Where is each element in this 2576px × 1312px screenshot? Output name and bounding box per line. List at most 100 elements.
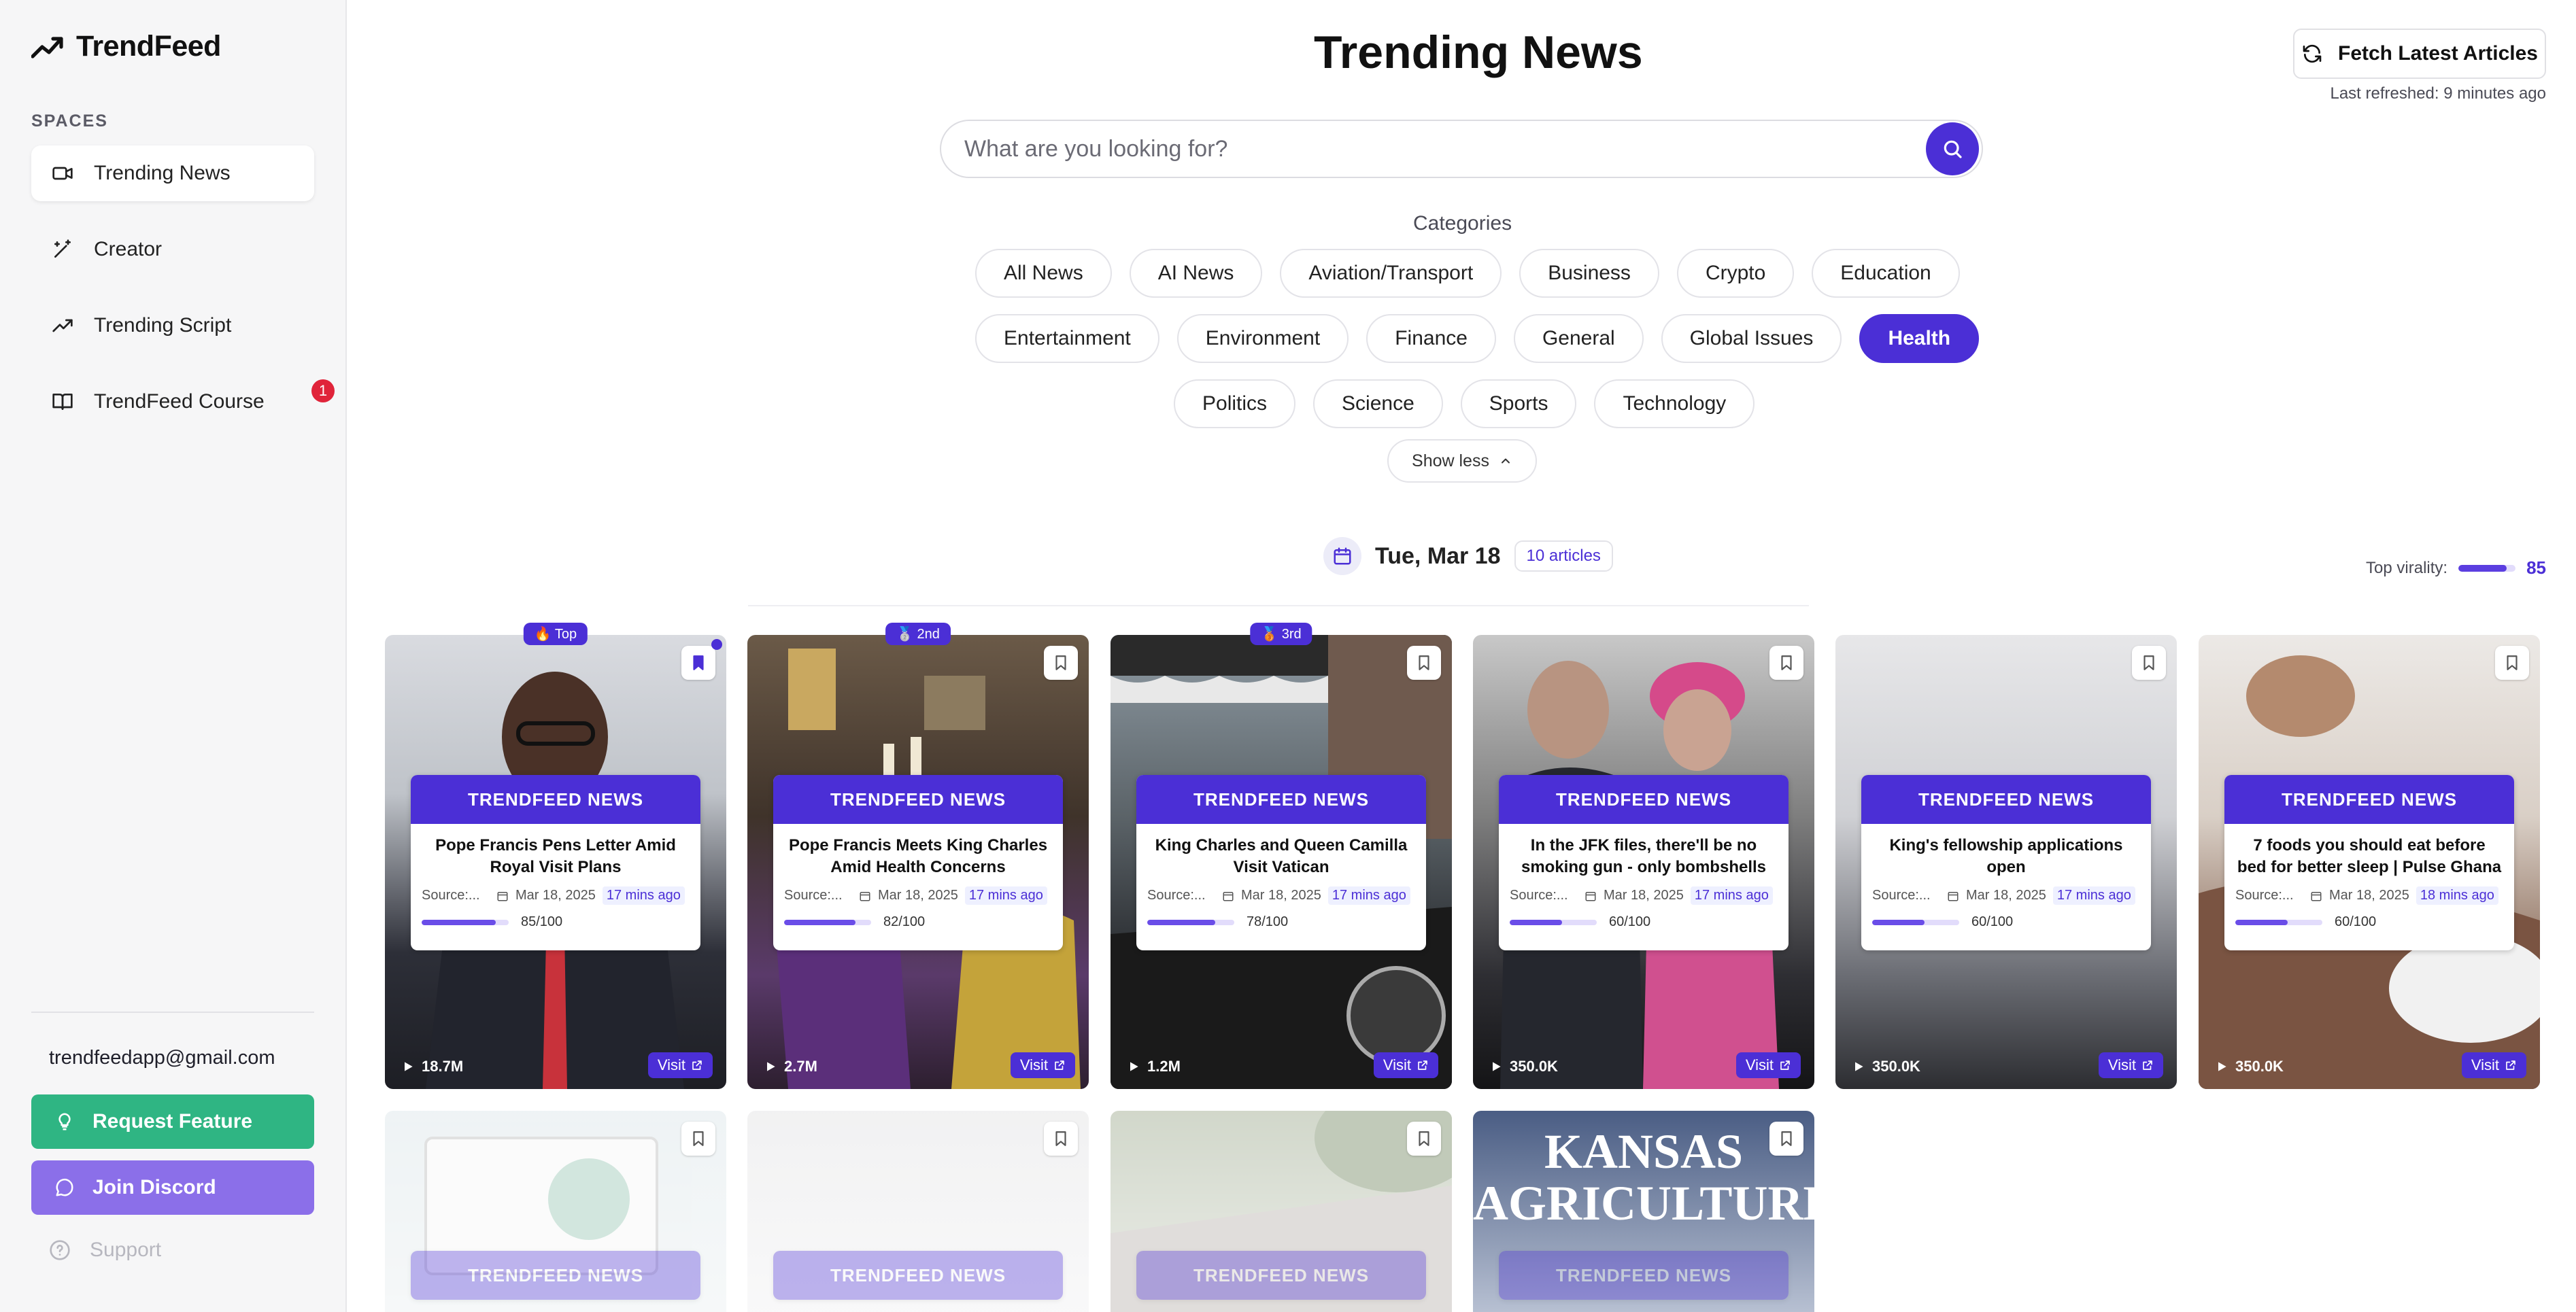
join-discord-button[interactable]: Join Discord: [31, 1160, 314, 1215]
rank-badge: 🔥 Top: [523, 623, 588, 645]
bookmark-button[interactable]: [2495, 646, 2529, 680]
view-count-value: 350.0K: [1510, 1058, 1558, 1075]
virality-score: 78/100: [1136, 905, 1426, 930]
article-title: Pope Francis Pens Letter Amid Royal Visi…: [435, 836, 676, 876]
news-overlay-panel: TRENDFEED NEWS: [1499, 1251, 1789, 1300]
view-count: 1.2M: [1127, 1058, 1181, 1075]
news-card[interactable]: 🥉 3rd TRENDFEED NEWS King Charles and Qu…: [1111, 623, 1452, 1089]
news-panel-header: TRENDFEED NEWS: [411, 775, 700, 824]
sidebar-item-creator[interactable]: Creator: [31, 222, 314, 277]
top-virality-label: Top virality:: [2366, 558, 2448, 577]
visit-button[interactable]: Visit: [1735, 1052, 1801, 1078]
news-card[interactable]: TRENDFEED NEWS: [747, 1111, 1089, 1312]
search-icon: [1944, 140, 1962, 158]
top-virality-value: 85: [2526, 557, 2546, 578]
article-title: King's fellowship applications open: [1889, 836, 2123, 876]
bookmark-button[interactable]: [1407, 1122, 1441, 1156]
rank-badge: 🥈 2nd: [885, 623, 951, 645]
article-date: Mar 18, 2025: [515, 888, 596, 903]
score-fill: [422, 919, 496, 925]
category-chip-technology[interactable]: Technology: [1594, 379, 1755, 428]
show-less-button[interactable]: Show less: [1387, 439, 1537, 483]
sidebar-divider: [31, 1012, 314, 1013]
fetch-latest-articles-button[interactable]: Fetch Latest Articles: [2293, 29, 2546, 79]
score-bar: [1147, 919, 1234, 925]
score-fill: [1872, 919, 1925, 925]
external-link-icon: [692, 1060, 702, 1070]
article-meta: Source:... Mar 18, 2025 17 mins ago: [1499, 881, 1789, 905]
category-chip-entertainment[interactable]: Entertainment: [975, 314, 1159, 363]
visit-button[interactable]: Visit: [647, 1052, 713, 1078]
search-input[interactable]: [964, 121, 1903, 177]
sidebar-item-label: Trending News: [94, 162, 231, 184]
news-card[interactable]: KANSAS AGRICULTURE TRENDFEED NEWS: [1473, 1111, 1814, 1312]
trending-up-icon: [52, 319, 73, 332]
external-link-icon: [1055, 1060, 1064, 1070]
news-panel-header: TRENDFEED NEWS: [2224, 775, 2514, 824]
category-chip-general[interactable]: General: [1513, 314, 1644, 363]
bookmark-button[interactable]: [2132, 646, 2166, 680]
category-row-2: Entertainment Environment Finance Genera…: [975, 314, 1980, 363]
external-link-icon: [1418, 1060, 1427, 1070]
category-chip-environment[interactable]: Environment: [1176, 314, 1349, 363]
search-button[interactable]: [1926, 122, 1979, 175]
sidebar-nav: Trending News Creator Trending Script Tr…: [31, 145, 335, 450]
bookmark-button[interactable]: [681, 646, 715, 680]
category-chip-ai-news[interactable]: AI News: [1129, 249, 1263, 298]
category-chip-health[interactable]: Health: [1859, 314, 1980, 363]
category-chip-aviation-transport[interactable]: Aviation/Transport: [1280, 249, 1502, 298]
bookmark-filled-icon: [693, 655, 704, 670]
sidebar-item-trendfeed-course[interactable]: TrendFeed Course 1: [31, 374, 335, 430]
bookmark-button[interactable]: [1044, 646, 1078, 680]
category-chip-education[interactable]: Education: [1812, 249, 1960, 298]
news-card[interactable]: 🔥 Top TRENDFEED NEWS Pope Francis Pens L…: [385, 623, 726, 1089]
score-bar: [2235, 919, 2322, 925]
bookmark-button[interactable]: [1769, 1122, 1803, 1156]
visit-button[interactable]: Visit: [1010, 1052, 1075, 1078]
article-date: Mar 18, 2025: [2329, 888, 2409, 903]
bookmark-button[interactable]: [1769, 646, 1803, 680]
virality-score: 60/100: [1861, 905, 2151, 930]
visit-button[interactable]: Visit: [2098, 1052, 2163, 1078]
news-overlay-panel: TRENDFEED NEWS King Charles and Queen Ca…: [1136, 775, 1426, 950]
bookmark-button[interactable]: [1407, 646, 1441, 680]
news-card[interactable]: 🥈 2nd TRENDFEED NEWS Pope Francis Meets …: [747, 623, 1089, 1089]
last-refreshed-text: Last refreshed: 9 minutes ago: [2330, 84, 2546, 103]
support-link[interactable]: Support: [49, 1239, 161, 1262]
category-chip-all-news[interactable]: All News: [975, 249, 1112, 298]
score-bar: [1872, 919, 1959, 925]
article-date: Mar 18, 2025: [1966, 888, 2046, 903]
sidebar-item-trending-news[interactable]: Trending News: [31, 145, 314, 201]
chat-bubble-icon: [56, 1178, 73, 1196]
visit-button[interactable]: Visit: [2461, 1052, 2526, 1078]
news-card[interactable]: TRENDFEED NEWS In the JFK files, there'l…: [1473, 635, 1814, 1089]
news-card[interactable]: TRENDFEED NEWS King's fellowship applica…: [1835, 635, 2177, 1089]
score-fill: [1147, 919, 1215, 925]
news-overlay-panel: TRENDFEED NEWS Pope Francis Pens Letter …: [411, 775, 700, 950]
category-chip-science[interactable]: Science: [1313, 379, 1443, 428]
calendar-icon: [1948, 891, 1959, 901]
request-feature-button[interactable]: Request Feature: [31, 1094, 314, 1149]
category-row-3: Politics Science Sports Technology: [1174, 379, 1755, 428]
score-text: 82/100: [883, 914, 926, 929]
article-age: 17 mins ago: [1690, 886, 1773, 905]
category-chip-sports[interactable]: Sports: [1460, 379, 1577, 428]
calendar-icon: [497, 891, 508, 901]
category-chip-business[interactable]: Business: [1519, 249, 1659, 298]
sidebar-item-trending-script[interactable]: Trending Script: [31, 298, 314, 353]
news-card[interactable]: TRENDFEED NEWS: [1111, 1111, 1452, 1312]
category-chip-finance[interactable]: Finance: [1366, 314, 1496, 363]
support-label: Support: [90, 1239, 162, 1261]
bookmark-button[interactable]: [681, 1122, 715, 1156]
news-card[interactable]: TRENDFEED NEWS: [385, 1111, 726, 1312]
bookmark-icon: [2507, 655, 2518, 670]
category-chip-politics[interactable]: Politics: [1174, 379, 1296, 428]
request-feature-label: Request Feature: [92, 1110, 253, 1133]
brand-logo[interactable]: TrendFeed: [31, 30, 221, 63]
news-card[interactable]: TRENDFEED NEWS 7 foods you should eat be…: [2199, 635, 2540, 1089]
bookmark-button[interactable]: [1044, 1122, 1078, 1156]
category-chip-global-issues[interactable]: Global Issues: [1661, 314, 1842, 363]
visit-button[interactable]: Visit: [1373, 1052, 1438, 1078]
category-chip-crypto[interactable]: Crypto: [1676, 249, 1795, 298]
categories-label: Categories: [1413, 212, 1512, 235]
